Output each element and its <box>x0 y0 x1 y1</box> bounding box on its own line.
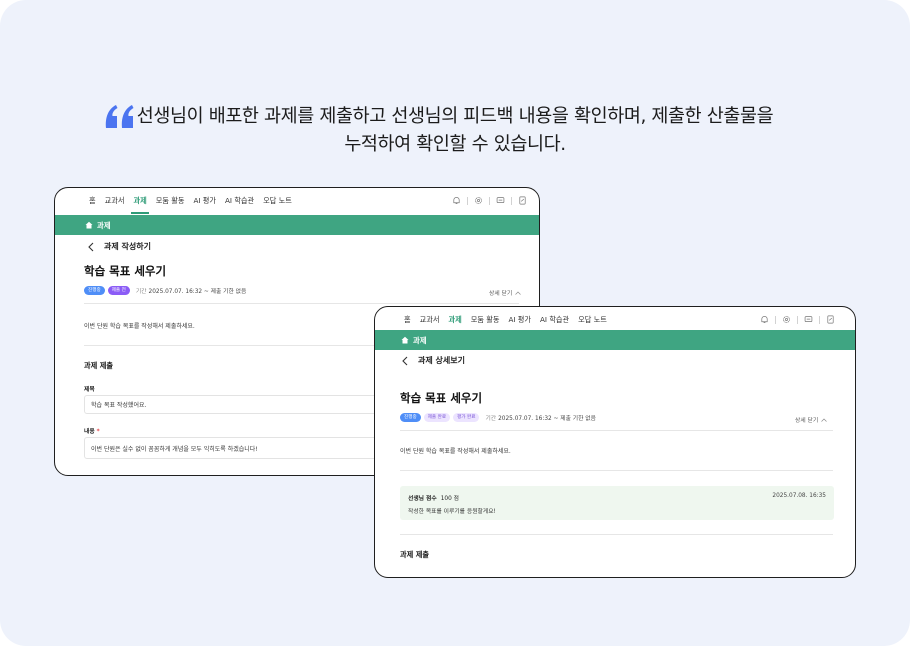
chevron-up-icon <box>515 291 521 295</box>
assignment-title: 학습 목표 세우기 <box>84 264 167 278</box>
section-title: 과제 제출 <box>400 550 429 559</box>
nav-item-home[interactable]: 홈 <box>89 188 96 214</box>
status-badge: 진행중 <box>84 286 105 295</box>
section-band: 과제 <box>375 330 855 350</box>
nav-divider <box>511 196 512 205</box>
detail-toggle-label: 상세 닫기 <box>795 418 819 424</box>
content-field-label-text: 내용 <box>84 429 95 435</box>
section-band: 과제 <box>55 215 539 235</box>
chevron-up-icon <box>821 418 827 422</box>
divider <box>400 430 833 431</box>
nav-divider <box>467 196 468 205</box>
section-title: 과제 제출 <box>84 361 113 370</box>
document-icon[interactable] <box>518 196 527 205</box>
status-badge: 제출 전 <box>107 286 130 295</box>
feedback-score: 선생님 점수 100 점 <box>408 493 459 502</box>
gear-icon[interactable] <box>782 315 791 324</box>
assignment-description: 이번 단원 학습 목표를 작성해서 제출하세요. <box>84 323 195 330</box>
assignment-title: 학습 목표 세우기 <box>400 391 483 405</box>
message-icon[interactable] <box>496 196 505 205</box>
detail-toggle[interactable]: 상세 닫기 <box>489 288 521 297</box>
title-field-value: 학습 목표 작성했어요. <box>91 402 147 409</box>
back-icon[interactable] <box>401 356 409 366</box>
bell-icon[interactable] <box>760 315 769 324</box>
band-title: 과제 <box>97 220 111 230</box>
headline-line-2: 누적하여 확인할 수 있습니다. <box>344 134 566 155</box>
period-label: 기간 <box>485 416 497 422</box>
divider <box>84 303 519 304</box>
assignment-meta: 진행중 제출 완료 평가 완료 기간 2025.07.07. 16:32 ~ 제… <box>400 413 596 422</box>
feedback-message: 작성한 목표를 이루기를 응원할게요! <box>408 509 496 515</box>
device-frame-detail: 홈 교과서 과제 모둠 활동 AI 평가 AI 학습관 오답 노트 과제 과제 … <box>374 306 856 578</box>
band-title: 과제 <box>413 335 427 345</box>
assignment-meta: 진행중 제출 전 기간 2025.07.07. 16:32 ~ 제출 기한 없음 <box>84 286 246 295</box>
period-value: 2025.07.07. 16:32 ~ 제출 기한 없음 <box>148 289 247 295</box>
document-icon[interactable] <box>826 315 835 324</box>
sub-header: 과제 작성하기 <box>87 241 151 252</box>
headline-line-1: 선생님이 배포한 과제를 제출하고 선생님의 피드백 내용을 확인하며, 제출한… <box>136 106 774 127</box>
sub-header-title: 과제 상세보기 <box>418 356 465 365</box>
nav-divider <box>819 315 820 324</box>
back-icon[interactable] <box>87 242 95 252</box>
feedback-date: 2025.07.08. 16:35 <box>772 493 826 499</box>
status-badge: 평가 완료 <box>453 413 480 422</box>
nav-item-ai-eval[interactable]: AI 평가 <box>193 188 216 214</box>
nav-divider <box>775 315 776 324</box>
score-value: 100 점 <box>440 496 459 502</box>
divider <box>400 470 833 471</box>
period-value: 2025.07.07. 16:32 ~ 제출 기한 없음 <box>498 416 596 422</box>
promo-card: 선생님이 배포한 과제를 제출하고 선생님의 피드백 내용을 확인하며, 제출한… <box>0 0 910 646</box>
content-field-label: 내용 * <box>84 426 100 435</box>
divider <box>400 534 833 535</box>
sub-header-title: 과제 작성하기 <box>104 242 151 251</box>
bell-icon[interactable] <box>452 196 461 205</box>
title-field-label: 제목 <box>84 387 95 393</box>
nav-item-group[interactable]: 모둠 활동 <box>156 188 185 214</box>
teacher-feedback: 선생님 점수 100 점 2025.07.08. 16:35 작성한 목표를 이루… <box>400 486 834 520</box>
message-icon[interactable] <box>804 315 813 324</box>
nav-divider <box>489 196 490 205</box>
nav-item-assignment[interactable]: 과제 <box>131 188 149 214</box>
home-icon <box>401 336 409 344</box>
status-badge: 진행중 <box>400 413 421 422</box>
nav-divider <box>797 315 798 324</box>
home-icon <box>85 221 93 229</box>
period-label: 기간 <box>135 289 147 295</box>
nav-item-wrong-notes[interactable]: 오답 노트 <box>263 188 292 214</box>
assignment-description: 이번 단원 학습 목표를 작성해서 제출하세요. <box>400 448 511 455</box>
status-badge: 제출 완료 <box>423 413 451 422</box>
sub-header: 과제 상세보기 <box>401 355 465 366</box>
headline: 선생님이 배포한 과제를 제출하고 선생님의 피드백 내용을 확인하며, 제출한… <box>0 103 910 159</box>
detail-toggle[interactable]: 상세 닫기 <box>795 415 827 424</box>
detail-toggle-label: 상세 닫기 <box>489 291 513 297</box>
top-nav: 홈 교과서 과제 모둠 활동 AI 평가 AI 학습관 오답 노트 <box>55 188 539 214</box>
required-mark: * <box>96 429 100 435</box>
gear-icon[interactable] <box>474 196 483 205</box>
score-label: 선생님 점수 <box>408 496 437 502</box>
content-field-value: 이번 단원은 실수 없이 꼼꼼하게 개념을 모두 익히도록 하겠습니다! <box>91 445 258 453</box>
nav-item-ai-learning[interactable]: AI 학습관 <box>225 188 254 214</box>
nav-item-textbook[interactable]: 교과서 <box>105 188 125 214</box>
